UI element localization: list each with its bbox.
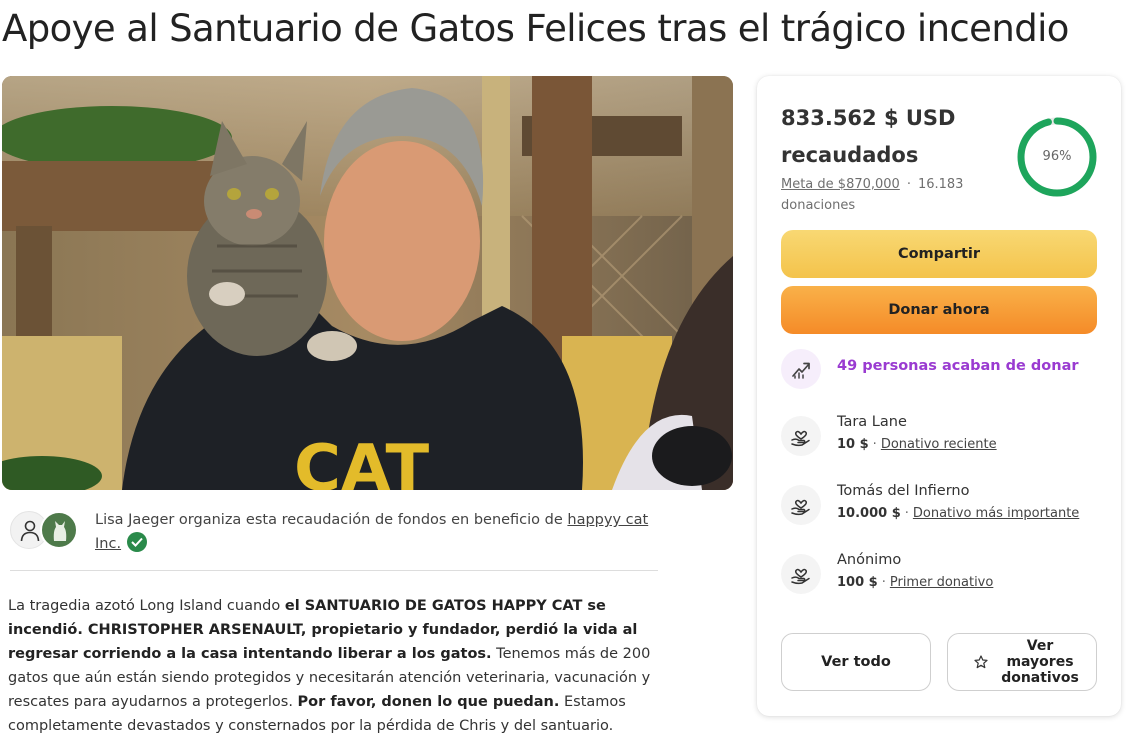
donor-tag[interactable]: Primer donativo [890, 575, 993, 590]
donor-separator: · [872, 437, 877, 452]
story-text: La tragedia azotó Long Island cuando el … [8, 594, 668, 738]
goal-amount[interactable]: Meta de $870,000 [781, 177, 900, 192]
organizer-row: Lisa Jaeger organiza esta recaudación de… [10, 507, 658, 557]
recent-donations-label: 49 personas acaban de donar [837, 358, 1079, 374]
donor-separator: · [881, 575, 886, 590]
donor-meta: 10 $ · Donativo reciente [837, 437, 997, 452]
donor-amount: 100 $ [837, 575, 878, 590]
raised-amount: 833.562 $ USD [781, 106, 956, 130]
page-title: Apoye al Santuario de Gatos Felices tras… [2, 7, 1069, 50]
campaign-photo[interactable]: CAT [2, 76, 733, 490]
donor-tag[interactable]: Donativo más importante [913, 506, 1079, 521]
organizer-text: Lisa Jaeger organiza esta recaudación de… [95, 508, 655, 556]
donate-now-button[interactable]: Donar ahora [781, 286, 1097, 334]
svg-text:CAT: CAT [294, 432, 430, 490]
raised-summary: 833.562 $ USD recaudados [781, 100, 1011, 174]
donor-tag[interactable]: Donativo reciente [881, 437, 997, 452]
donation-card: 833.562 $ USD recaudados Meta de $870,00… [757, 76, 1121, 716]
progress-percent: 96% [1042, 149, 1072, 164]
donation-heart-hand-icon [781, 416, 821, 456]
verified-check-icon [127, 532, 148, 552]
donor-meta: 10.000 $ · Donativo más importante [837, 506, 1079, 521]
progress-ring: 96% [1016, 116, 1098, 198]
donor-item: Tara Lane 10 $ · Donativo reciente [781, 414, 1097, 458]
share-button[interactable]: Compartir [781, 230, 1097, 278]
donor-item: Tomás del Infierno 10.000 $ · Donativo más… [781, 483, 1097, 527]
donor-name: Tomás del Infierno [837, 483, 970, 499]
story-bold: Por favor, donen lo que puedan. [297, 694, 560, 710]
beneficiary-avatar[interactable] [40, 511, 78, 549]
donor-amount: 10.000 $ [837, 506, 901, 521]
recent-donations-notice: 49 personas acaban de donar [781, 349, 1097, 389]
divider [10, 570, 658, 571]
cat-logo-icon [53, 521, 67, 541]
donation-heart-hand-icon [781, 554, 821, 594]
donor-name: Anónimo [837, 552, 902, 568]
person-icon [20, 520, 40, 542]
donor-separator: · [904, 506, 909, 521]
story-part: La tragedia azotó Long Island cuando [8, 598, 285, 614]
top-donations-button[interactable]: Ver mayores donativos [947, 633, 1097, 691]
donor-amount: 10 $ [837, 437, 869, 452]
top-donations-label: Ver mayores donativos [1001, 638, 1079, 686]
star-icon [974, 655, 988, 669]
raised-label: recaudados [781, 143, 919, 167]
donor-meta: 100 $ · Primer donativo [837, 575, 993, 590]
donor-name: Tara Lane [837, 414, 907, 430]
donor-item: Anónimo 100 $ · Primer donativo [781, 552, 1097, 596]
donation-heart-hand-icon [781, 485, 821, 525]
campaign-photo-image: CAT [2, 76, 733, 490]
trending-up-icon [781, 349, 821, 389]
see-all-button[interactable]: Ver todo [781, 633, 931, 691]
goal-separator: · [906, 177, 911, 192]
organizer-statement: Lisa Jaeger organiza esta recaudación de… [95, 512, 568, 528]
goal-line: Meta de $870,000 · 16.183 donaciones [781, 174, 991, 216]
